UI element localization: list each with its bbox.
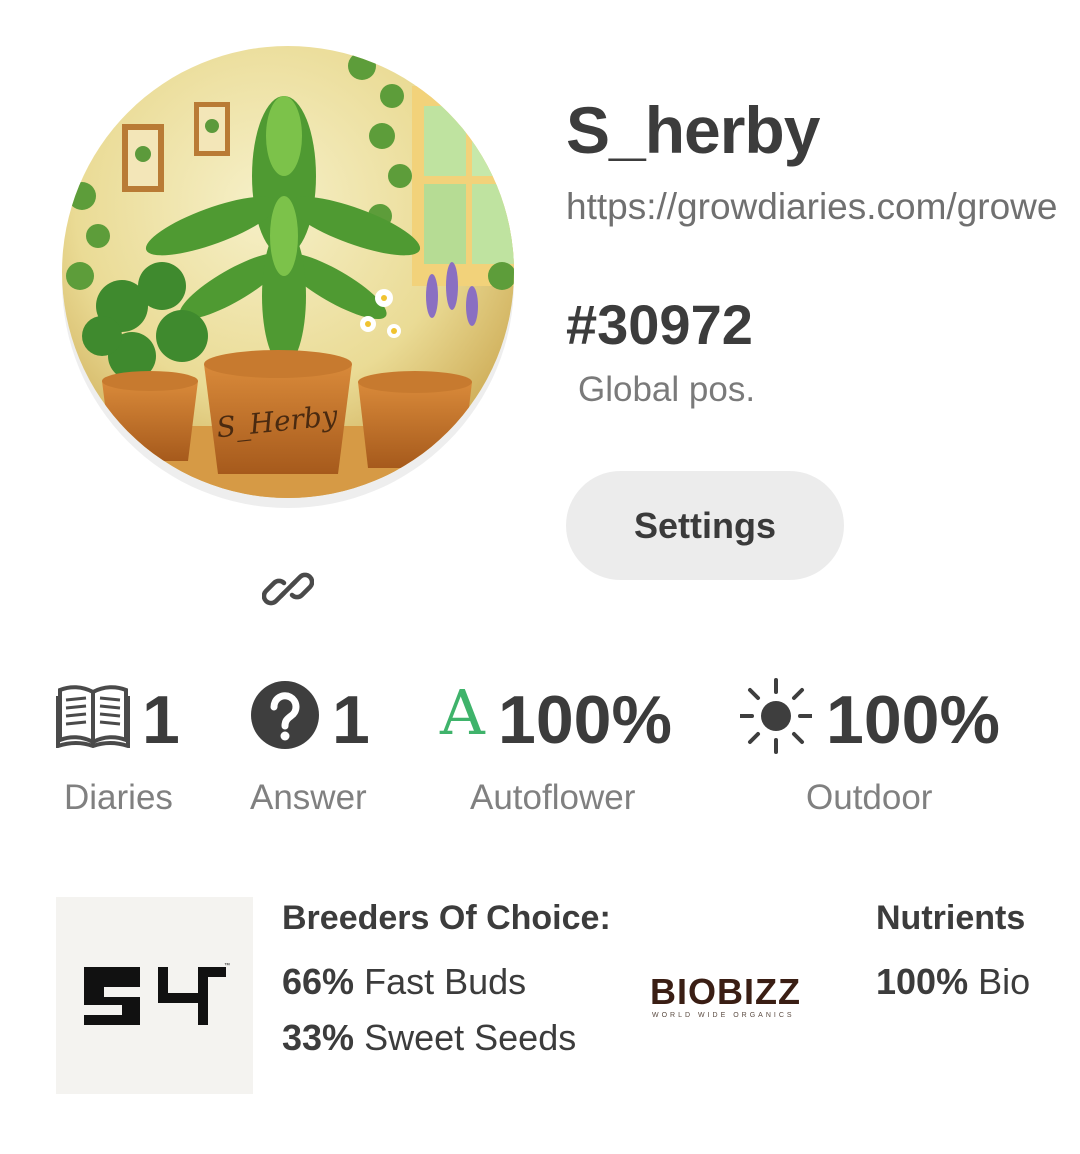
diaries-label: Diaries bbox=[64, 778, 173, 817]
breeder-name: Sweet Seeds bbox=[364, 1017, 577, 1058]
autoflower-a-icon: A bbox=[440, 676, 485, 749]
autoflower-label: Autoflower bbox=[470, 778, 636, 817]
stat-autoflower[interactable]: A 100% Autoflower bbox=[440, 676, 680, 826]
breeder-item[interactable]: 66% Fast Buds bbox=[282, 954, 611, 1010]
nutrients-section: Nutrients 100% Bio bbox=[876, 899, 1032, 1010]
breeders-heading: Breeders Of Choice: bbox=[282, 899, 611, 937]
outdoor-percent: 100% bbox=[826, 682, 1000, 758]
stat-diaries[interactable]: 1 Diaries bbox=[56, 676, 196, 826]
autoflower-percent: 100% bbox=[498, 682, 672, 758]
answer-label: Answer bbox=[250, 778, 367, 817]
avatar-container: S_Herby bbox=[62, 46, 514, 514]
answer-count: 1 bbox=[332, 682, 370, 758]
global-rank-label: Global pos. bbox=[578, 370, 756, 409]
settings-button[interactable]: Settings bbox=[566, 471, 844, 580]
svg-text:™: ™ bbox=[224, 962, 230, 969]
stat-outdoor[interactable]: 100% Outdoor bbox=[738, 676, 1010, 826]
biobizz-logo-text: BIOBIZZ bbox=[650, 971, 801, 1012]
question-circle-icon bbox=[250, 680, 320, 755]
stat-answer[interactable]: 1 Answer bbox=[250, 676, 390, 826]
breeder-name: Fast Buds bbox=[364, 961, 527, 1002]
sun-icon bbox=[738, 678, 814, 759]
biobizz-logo-sub: WORLD WIDE ORGANICS bbox=[652, 1012, 795, 1019]
nutrient-name: Bio bbox=[978, 961, 1031, 1002]
outdoor-label: Outdoor bbox=[806, 778, 933, 817]
global-rank: #30972 bbox=[566, 293, 753, 356]
breeder-percent: 33% bbox=[282, 1017, 355, 1058]
avatar-image: S_Herby bbox=[62, 46, 514, 498]
nutrients-heading: Nutrients bbox=[876, 899, 1026, 937]
nutrient-percent: 100% bbox=[876, 961, 969, 1002]
biobizz-logo[interactable]: BIOBIZZ WORLD WIDE ORGANICS bbox=[648, 966, 848, 1026]
diaries-count: 1 bbox=[142, 682, 180, 758]
avatar[interactable]: S_Herby bbox=[62, 46, 514, 498]
profile-url[interactable]: https://growdiaries.com/growe bbox=[566, 186, 1080, 228]
breeders-section: Breeders Of Choice: 66% Fast Buds 33% Sw… bbox=[282, 899, 611, 1066]
open-book-icon bbox=[56, 682, 130, 753]
nutrient-item[interactable]: 100% Bio bbox=[876, 954, 1032, 1010]
breeder-item[interactable]: 33% Sweet Seeds bbox=[282, 1010, 611, 1066]
fast-buds-logo[interactable]: ™ bbox=[56, 897, 253, 1094]
link-icon[interactable] bbox=[261, 563, 315, 615]
username: S_herby bbox=[566, 93, 820, 167]
breeder-percent: 66% bbox=[282, 961, 355, 1002]
